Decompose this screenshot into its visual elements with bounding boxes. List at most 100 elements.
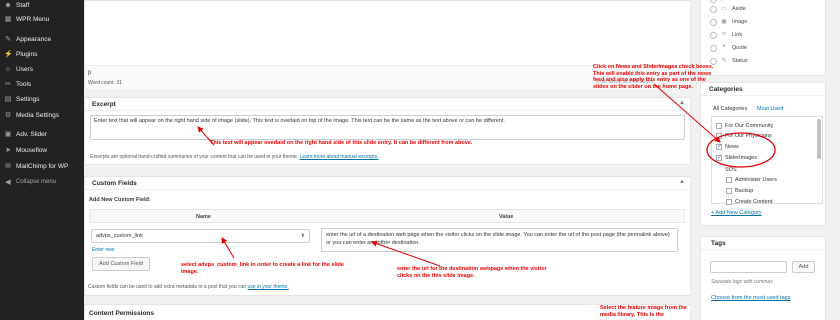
select-arrows-icon: ⬍ (300, 233, 305, 239)
sidebar-item-media-settings[interactable]: ⚙ Media Settings (0, 110, 84, 121)
sidebar-item-label: Appearance (16, 36, 52, 43)
sidebar-item-appearance[interactable]: ✎ Appearance (0, 34, 84, 45)
sidebar-item-label: Staff (16, 2, 30, 9)
category-label: SOS (725, 167, 737, 173)
format-label: Status (732, 58, 748, 64)
sidebar-item-wpr-menu[interactable]: ▦ WPR Menu (0, 14, 84, 25)
tab-most-used[interactable]: Most Used (757, 106, 783, 112)
tags-header[interactable]: Tags (701, 237, 825, 250)
radio-button[interactable] (710, 32, 717, 39)
choose-tags-link[interactable]: Choose from the most used tags (711, 295, 790, 301)
admin-sidebar: ☻ Staff ▦ WPR Menu ✎ Appearance ⚡ Plugin… (0, 0, 84, 320)
editor-content-area[interactable] (85, 1, 690, 65)
add-new-field-label: Add New Custom Field: (89, 197, 151, 203)
category-label: Backup (735, 188, 754, 194)
custom-fields-help: Custom fields can be used to add extra m… (88, 284, 289, 290)
category-checkbox[interactable] (716, 133, 722, 139)
gear-icon: ⚙ (4, 112, 12, 119)
custom-field-name-select[interactable]: advps_custom_link ⬍ (91, 229, 310, 243)
sidebar-item-label: Mouseflow (16, 147, 48, 154)
collapse-menu-label: Collapse menu (16, 179, 57, 185)
tab-all-categories[interactable]: All Categories (713, 106, 747, 112)
custom-fields-help-link[interactable]: use in your theme. (248, 284, 289, 290)
custom-fields-table-header: Name Value (90, 209, 685, 223)
image-icon: ▣ (721, 19, 727, 25)
slider-icon: ▣ (4, 131, 12, 138)
sidebar-item-settings[interactable]: ▤ Settings (0, 94, 84, 105)
sidebar-item-tools[interactable]: ✂ Tools (0, 79, 84, 90)
link-icon: ∞ (721, 31, 727, 37)
enter-new-link[interactable]: Enter new (92, 247, 115, 253)
category-label: For Our Community (725, 123, 774, 129)
add-new-category-link[interactable]: + Add New Category (711, 210, 762, 216)
add-custom-field-button[interactable]: Add Custom Field (92, 257, 150, 271)
checklist-scrollbar[interactable] (817, 119, 821, 159)
category-label: For Our Physicians (725, 133, 772, 139)
sidebar-item-label: Plugins (16, 51, 38, 58)
sidebar-item-label: Settings (16, 96, 40, 103)
category-checkbox[interactable] (726, 199, 732, 205)
excerpt-box: Excerpt ▲ Enter text that will appear on… (84, 97, 691, 165)
sidebar-item-users[interactable]: ☺ Users (0, 64, 84, 75)
word-count: Word count: 31 (88, 80, 122, 86)
excerpt-help-link[interactable]: Learn more about manual excerpts. (300, 154, 379, 160)
custom-fields-help-text: Custom fields can be used to add extra m… (88, 284, 247, 290)
sidebar-item-label: Media Settings (16, 112, 59, 119)
sidebar-item-label: WPR Menu (16, 16, 50, 23)
col-name-header: Name (196, 214, 211, 220)
format-label: Quote (732, 45, 747, 51)
custom-fields-title: Custom Fields (92, 180, 137, 187)
annotation-url: enter the url for the destination webpag… (397, 266, 547, 279)
tags-box: Tags Add Separate tags with commas Choos… (700, 236, 826, 320)
excerpt-title: Excerpt (92, 101, 116, 108)
category-label: Create Content (735, 199, 773, 205)
excerpt-help-text: Excerpts are optional hand-crafted summa… (90, 154, 299, 160)
radio-button[interactable] (710, 45, 717, 52)
custom-field-value-textarea[interactable]: enter the url of a destination web page … (321, 228, 678, 252)
sidebar-item-adv-slider[interactable]: ▣ Adv. Slider (0, 129, 84, 140)
toggle-arrow-icon[interactable]: ▲ (679, 179, 685, 185)
custom-fields-header[interactable]: Custom Fields ▲ (85, 177, 690, 190)
radio-button[interactable] (710, 19, 717, 26)
custom-fields-box: Custom Fields ▲ Add New Custom Field: Na… (84, 176, 691, 296)
paintbrush-icon: ✎ (5, 36, 11, 43)
excerpt-header[interactable]: Excerpt ▲ (85, 98, 690, 111)
category-checkbox[interactable] (716, 123, 722, 129)
radio-button[interactable] (710, 6, 717, 13)
sidebar-item-plugins[interactable]: ⚡ Plugins (0, 49, 84, 60)
annotation-feature-image: Select the feature image from the media … (600, 305, 687, 318)
category-label: News (725, 144, 739, 150)
sidebar-item-label: Users (16, 66, 33, 73)
quote-icon: ❝ (722, 45, 726, 51)
pointer-icon: ➤ (5, 147, 11, 154)
category-label: SliderImages (725, 155, 758, 161)
annotation-categories: Click on News and SliderImages check box… (593, 64, 714, 90)
settings-icon: ▤ (4, 96, 12, 103)
selected-field-name: advps_custom_link (96, 233, 143, 239)
format-label: Image (732, 19, 748, 25)
excerpt-textarea[interactable]: Enter text that will appear on the right… (90, 115, 685, 140)
category-checkbox-checked[interactable]: ✓ (716, 144, 722, 150)
toggle-arrow-icon[interactable]: ▲ (679, 100, 685, 106)
sidebar-item-staff[interactable]: ☻ Staff (0, 0, 84, 11)
tags-title: Tags (711, 240, 726, 247)
category-checkbox-checked[interactable]: ✓ (716, 155, 722, 161)
sidebar-item-mailchimp[interactable]: ✉ MailChimp for WP (0, 161, 84, 172)
sidebar-item-mouseflow[interactable]: ➤ Mouseflow (0, 145, 84, 156)
category-label: Administer Users (735, 177, 777, 183)
collapse-menu-button[interactable]: ◀ Collapse menu (0, 177, 84, 188)
aside-icon: ▭ (721, 6, 727, 12)
mail-icon: ✉ (5, 163, 11, 170)
tags-input[interactable] (710, 261, 787, 273)
sidebar-item-label: Tools (16, 81, 32, 88)
status-icon: ✎ (721, 58, 727, 64)
sidebar-item-label: Adv. Slider (16, 131, 47, 138)
excerpt-help: Excerpts are optional hand-crafted summa… (90, 154, 379, 160)
annotation-excerpt: This text will appear overlaid on the ri… (210, 140, 473, 146)
tags-help: Separate tags with commas (711, 279, 773, 285)
add-tag-button[interactable]: Add (792, 261, 815, 273)
category-checkbox[interactable] (726, 177, 732, 183)
grid-icon: ▦ (4, 16, 12, 23)
category-checkbox[interactable] (726, 188, 732, 194)
editor-path: p (88, 70, 92, 76)
